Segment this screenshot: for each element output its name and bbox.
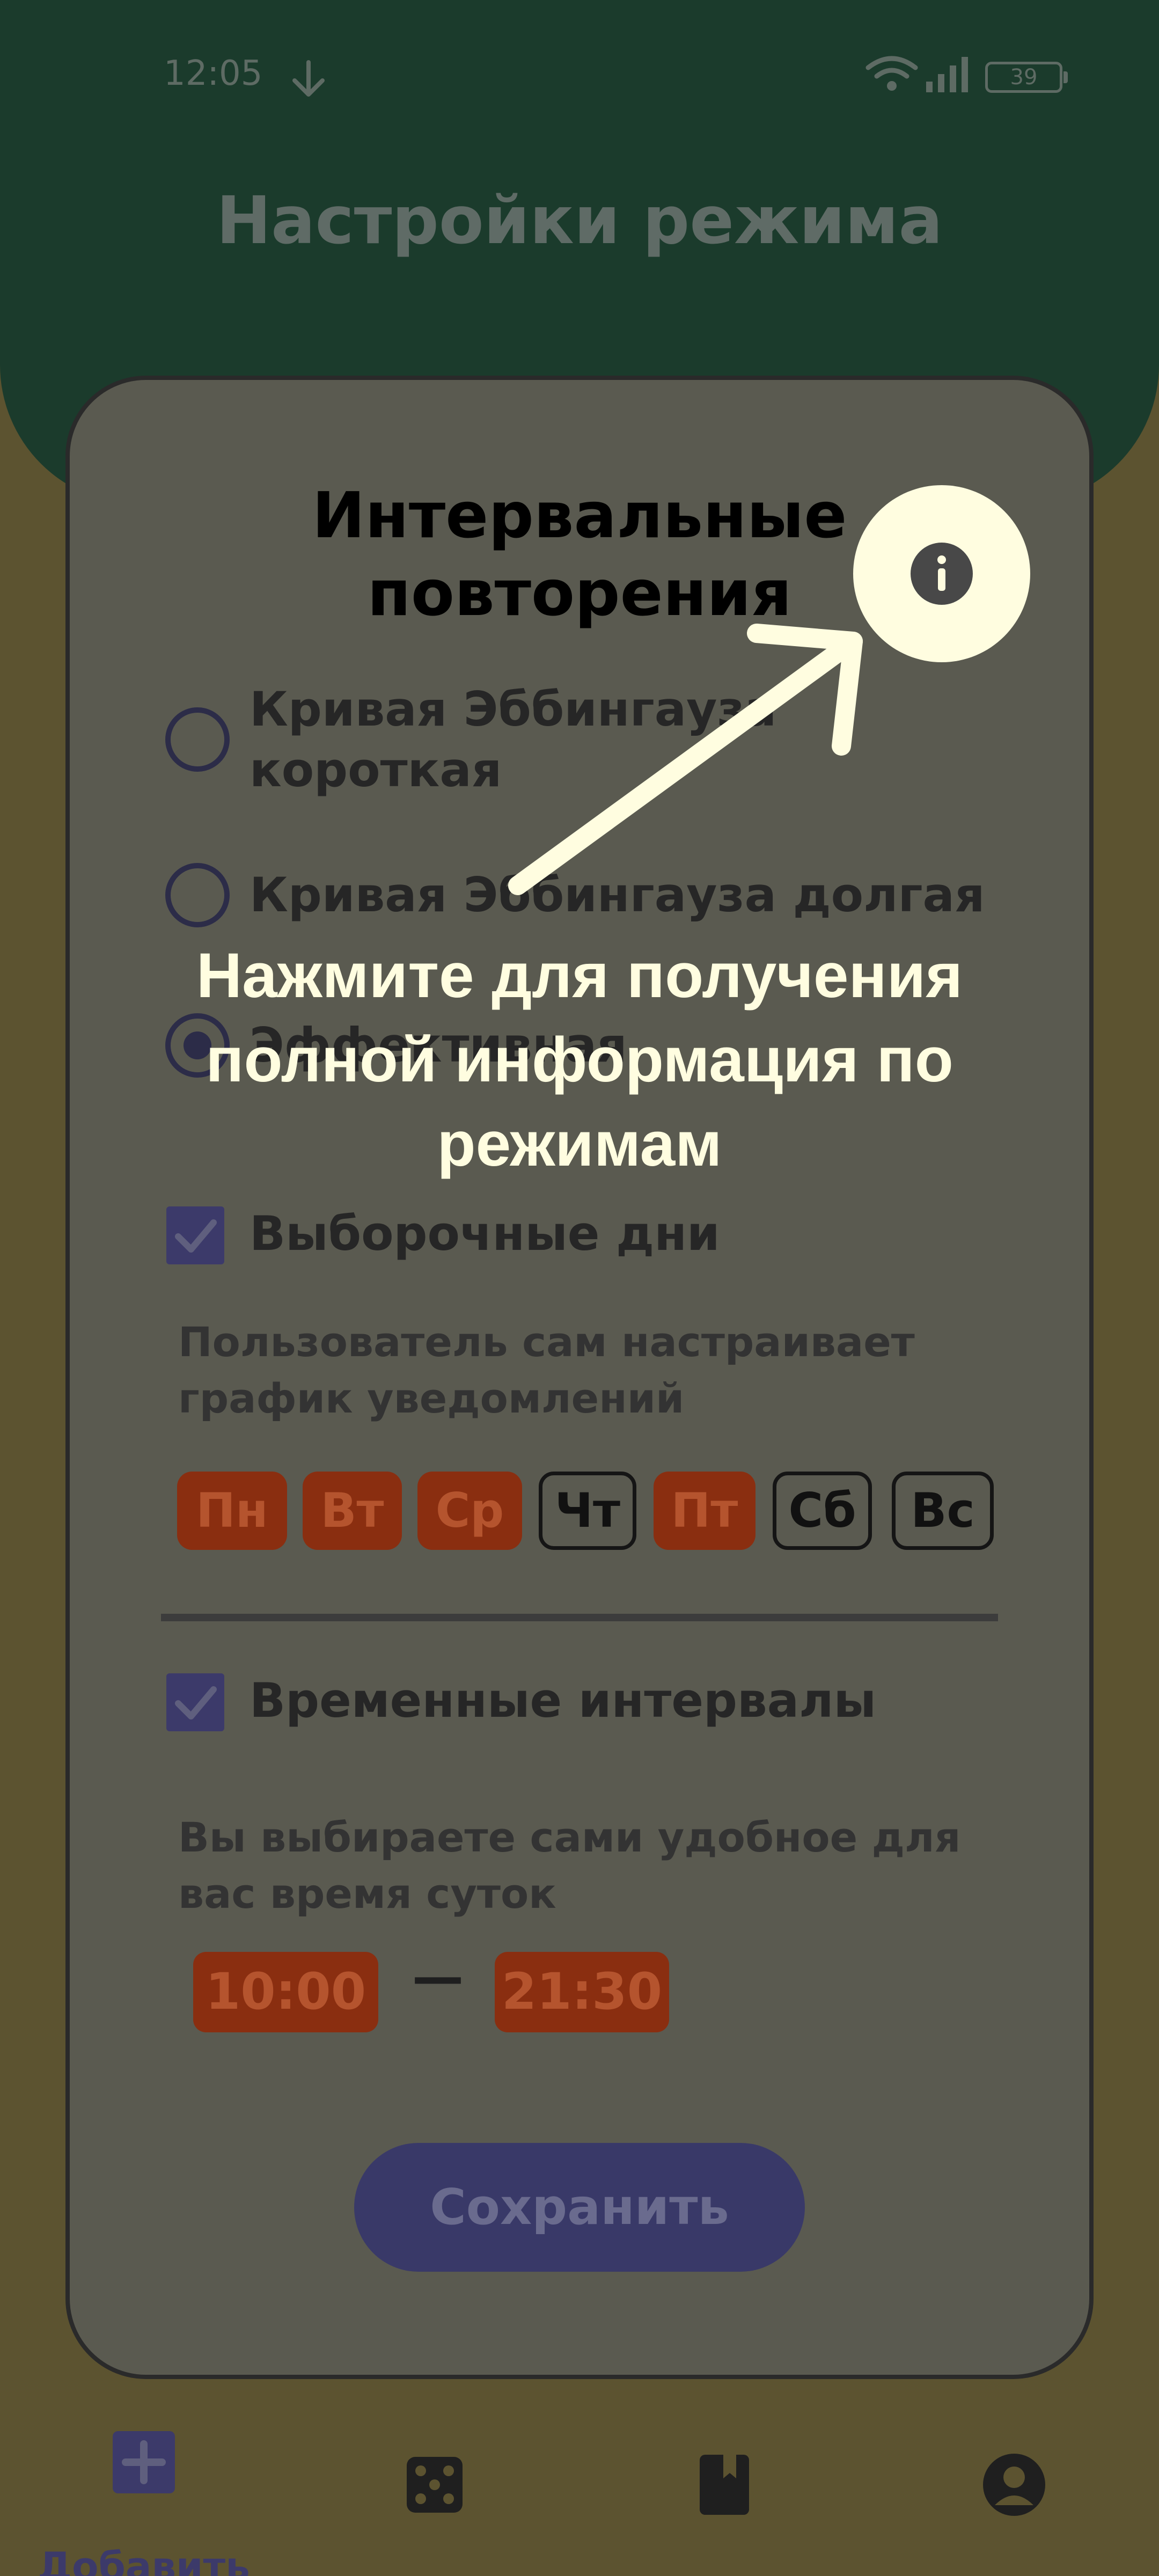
desc-line2: вас время суток	[178, 1869, 556, 1918]
option-ebbinghaus-long-label[interactable]: Кривая Эббингауза долгая	[250, 865, 985, 926]
desc-line1: Пользователь сам настраивает	[178, 1318, 915, 1366]
time-range-dash: —	[412, 1947, 464, 2007]
check-icon	[175, 1219, 217, 1253]
battery-level: 39	[1010, 65, 1038, 90]
nav-add-label[interactable]: Добавить	[38, 2544, 250, 2576]
day-chip-wed[interactable]: Ср	[417, 1472, 522, 1550]
time-intervals-description: Вы выбираете сами удобное для вас время …	[178, 1810, 1037, 1922]
time-intervals-checkbox[interactable]	[166, 1673, 224, 1731]
day-chip-sat[interactable]: Сб	[773, 1472, 872, 1550]
tooltip-line3: режимам	[437, 1108, 722, 1180]
selective-days-label[interactable]: Выборочные дни	[250, 1206, 720, 1261]
check-icon	[175, 1686, 217, 1719]
tooltip-line2: полной информация по	[206, 1024, 953, 1095]
status-time: 12:05	[164, 54, 263, 93]
battery-icon: 39	[985, 62, 1062, 93]
start-time-chip[interactable]: 10:00	[193, 1952, 378, 2032]
plus-icon[interactable]	[113, 2431, 175, 2493]
status-bar: 12:05 39	[0, 0, 1159, 156]
day-chip-tue[interactable]: Вт	[303, 1472, 402, 1550]
selective-days-checkbox[interactable]	[166, 1206, 224, 1264]
day-chip-sun[interactable]: Вс	[892, 1472, 994, 1550]
save-button[interactable]: Сохранить	[354, 2143, 805, 2272]
day-chip-mon[interactable]: Пн	[177, 1472, 287, 1550]
selective-days-description: Пользователь сам настраивает график увед…	[178, 1314, 1037, 1427]
option-ebbinghaus-short-label[interactable]: Кривая Эббингауза короткая	[250, 679, 776, 800]
wifi-icon	[865, 56, 918, 91]
desc-line1: Вы выбираете сами удобное для	[178, 1813, 961, 1861]
end-time-chip[interactable]: 21:30	[495, 1952, 669, 2032]
battery-tip	[1063, 71, 1068, 83]
section-divider	[161, 1614, 998, 1621]
dice-icon[interactable]	[402, 2453, 467, 2517]
download-icon	[292, 60, 325, 97]
option-label-line1: Кривая Эббингауза	[250, 682, 776, 737]
profile-icon[interactable]	[982, 2453, 1046, 2517]
signal-icon	[926, 57, 968, 92]
day-chip-thu[interactable]: Чт	[539, 1472, 636, 1550]
tooltip-line1: Нажмите для получения	[196, 940, 963, 1011]
book-icon[interactable]	[692, 2453, 757, 2517]
desc-line2: график уведомлений	[178, 1374, 685, 1422]
weekday-selector: Пн Вт Ср Чт Пт Сб Вс	[177, 1472, 1014, 1550]
info-icon[interactable]	[909, 541, 974, 606]
day-chip-fri[interactable]: Пт	[654, 1472, 755, 1550]
radio-ebbinghaus-long[interactable]	[165, 863, 230, 927]
page-title: Настройки режима	[216, 182, 943, 259]
time-intervals-label[interactable]: Временные интервалы	[250, 1673, 876, 1728]
tooltip-text: Нажмите для получения полной информация …	[97, 934, 1062, 1187]
option-label-line2: короткая	[250, 742, 502, 797]
radio-ebbinghaus-short[interactable]	[165, 707, 230, 772]
